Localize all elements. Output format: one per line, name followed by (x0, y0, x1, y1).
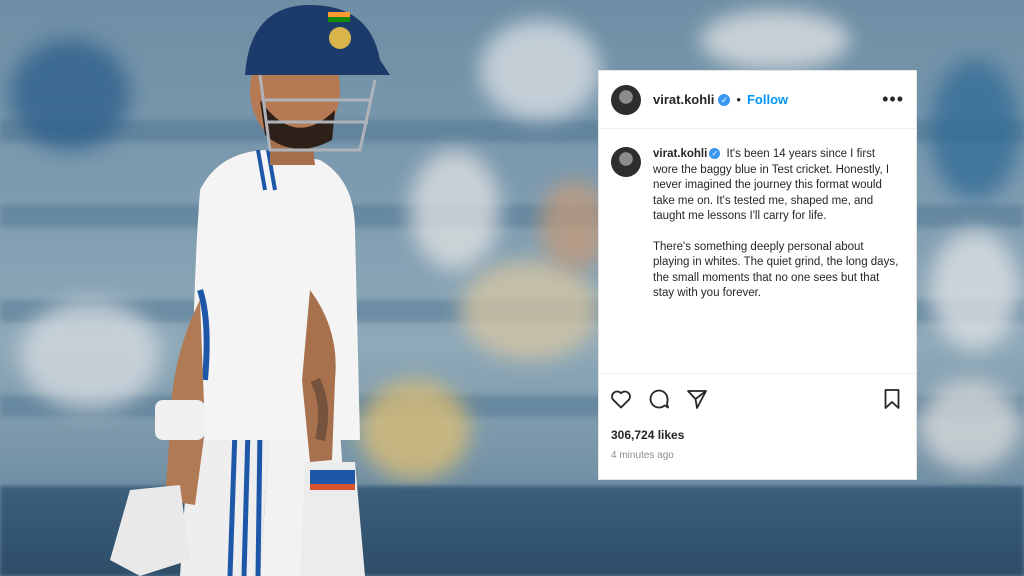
spectator (930, 230, 1020, 350)
spectator (410, 150, 500, 270)
spectator (460, 260, 600, 360)
caption-text-2: There's something deeply personal about … (653, 240, 899, 300)
follow-button[interactable]: Follow (747, 92, 788, 107)
likes-count[interactable]: 306,724 likes (599, 428, 916, 442)
caption-section: virat.kohli ✓ It's been 14 years since I … (599, 129, 916, 374)
cricketer-illustration (110, 5, 390, 576)
caption-avatar[interactable] (611, 147, 641, 177)
heart-icon[interactable] (609, 387, 633, 411)
action-bar (599, 374, 916, 424)
instagram-post-card: virat.kohli ✓ • Follow ••• virat.kohli ✓ … (599, 71, 916, 479)
separator-dot: • (736, 92, 741, 107)
share-icon[interactable] (685, 387, 709, 411)
caption-verified-icon: ✓ (709, 148, 721, 159)
post-header: virat.kohli ✓ • Follow ••• (599, 71, 916, 129)
spectator (700, 10, 850, 70)
spectator (480, 20, 600, 120)
post-timestamp: 4 minutes ago (611, 450, 674, 461)
more-options-icon[interactable]: ••• (882, 89, 904, 110)
spectator (920, 380, 1020, 470)
caption-paragraph-1: virat.kohli ✓ It's been 14 years since I … (653, 147, 901, 225)
cricketer-photo (70, 0, 410, 576)
verified-badge-icon: ✓ (718, 93, 731, 106)
caption: virat.kohli ✓ It's been 14 years since I … (653, 147, 901, 373)
avatar[interactable] (611, 84, 641, 115)
spectator (930, 60, 1020, 200)
bookmark-icon[interactable] (880, 387, 904, 411)
username[interactable]: virat.kohli (653, 92, 714, 107)
comment-icon[interactable] (647, 387, 671, 411)
caption-username[interactable]: virat.kohli (653, 148, 707, 160)
